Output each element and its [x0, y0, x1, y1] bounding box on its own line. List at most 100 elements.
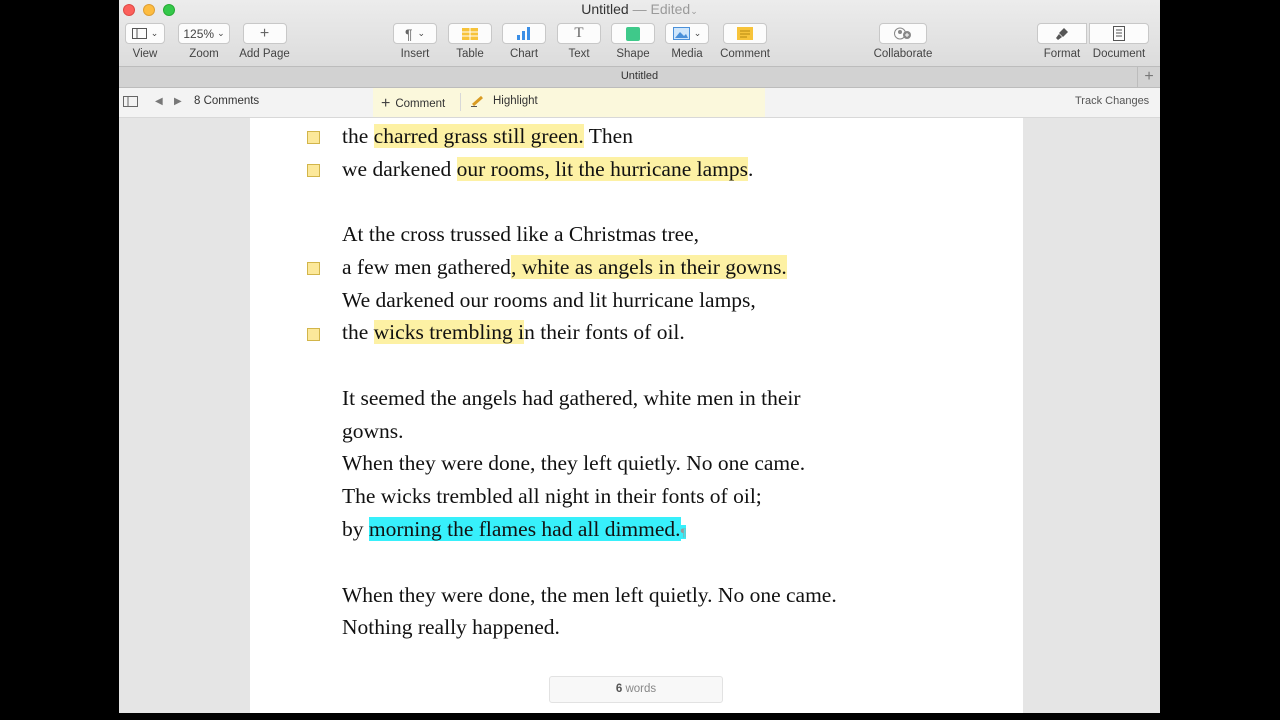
highlighter-icon	[471, 95, 483, 107]
collaborate-icon	[894, 27, 911, 40]
text-run: Nothing really happened.	[342, 615, 560, 639]
text-run: n their fonts of oil.	[524, 320, 685, 344]
text-line[interactable]: Nothing really happened.	[342, 612, 560, 642]
text-run: We darkened our rooms and lit hurricane …	[342, 288, 756, 312]
collaborate-label: Collaborate	[873, 48, 933, 60]
chevron-down-icon: ⌄	[217, 28, 225, 38]
paragraph-icon: ¶	[404, 25, 413, 42]
text-run: the	[342, 320, 374, 344]
comment-marker[interactable]	[307, 262, 320, 275]
text-line[interactable]: we darkened our rooms, lit the hurricane…	[342, 154, 753, 184]
format-label: Format	[1043, 48, 1081, 60]
highlighted-text[interactable]: charred grass still green.	[373, 124, 584, 148]
comment-icon	[737, 27, 753, 40]
word-count-label: words	[622, 683, 657, 695]
media-tool[interactable]: ⌄ Media	[665, 23, 709, 60]
view-label: View	[132, 48, 158, 60]
text-run: At the cross trussed like a Christmas tr…	[342, 222, 700, 246]
text-label: Text	[568, 48, 590, 60]
document-button[interactable]	[1089, 23, 1149, 44]
zoom-tool[interactable]: 125% ⌄ Zoom	[178, 23, 230, 60]
text-run: It seemed the angels had gathered, white…	[342, 386, 801, 410]
chevron-down-icon[interactable]: ⌄	[690, 6, 698, 16]
plus-icon: +	[381, 95, 391, 112]
table-tool[interactable]: Table	[448, 23, 492, 60]
new-tab-button[interactable]: +	[1137, 67, 1160, 87]
zoom-select[interactable]: 125% ⌄	[178, 23, 230, 44]
previous-comment-button[interactable]: ◀	[155, 96, 163, 107]
insert-button[interactable]: ¶ ⌄	[393, 23, 437, 44]
edited-indicator[interactable]: — Edited	[629, 1, 691, 17]
text-tool[interactable]: T Text	[557, 23, 601, 60]
add-page-tool[interactable]: + Add Page	[237, 23, 292, 60]
format-brush-icon	[1056, 27, 1068, 40]
text-run: gowns.	[342, 419, 404, 443]
text-line[interactable]: a few men gathered, white as angels in t…	[342, 252, 787, 282]
highlighted-text[interactable]: wicks trembling i	[373, 320, 525, 344]
comment-tool[interactable]: Comment	[719, 23, 771, 60]
text-run: by	[342, 517, 369, 541]
comments-sidebar-button[interactable]	[123, 96, 138, 107]
tab-bar: Untitled +	[119, 66, 1160, 88]
shape-icon	[626, 26, 640, 41]
document-label: Document	[1092, 48, 1146, 60]
document-page[interactable]: the charred grass still green. Then we d…	[250, 118, 1023, 713]
comment-button[interactable]	[723, 23, 767, 44]
add-comment-label: Comment	[395, 98, 446, 110]
text-run: we darkened	[342, 157, 457, 181]
text-line[interactable]: When they were done, they left quietly. …	[342, 448, 805, 478]
view-tool[interactable]: ⌄ View	[125, 23, 165, 60]
format-tool[interactable]: Format	[1037, 23, 1087, 60]
table-label: Table	[456, 48, 484, 60]
comment-marker[interactable]	[307, 131, 320, 144]
chart-button[interactable]	[502, 23, 546, 44]
collaborate-tool[interactable]: Collaborate	[871, 23, 935, 60]
comment-marker[interactable]	[307, 328, 320, 341]
text-run: .	[747, 157, 754, 181]
collaborate-button[interactable]	[879, 23, 927, 44]
next-comment-button[interactable]: ▶	[174, 96, 182, 107]
text-line[interactable]: by morning the flames had all dimmed.¶	[342, 514, 686, 547]
media-button[interactable]: ⌄	[665, 23, 709, 44]
highlighted-text[interactable]: our rooms, lit the hurricane lamps	[456, 157, 748, 181]
text-line[interactable]: When they were done, the men left quietl…	[342, 580, 837, 610]
text-line[interactable]: the wicks trembling in their fonts of oi…	[342, 317, 685, 347]
text-button[interactable]: T	[557, 23, 601, 44]
plus-icon: +	[1144, 68, 1154, 85]
text-line[interactable]: gowns.	[342, 416, 404, 446]
text-line[interactable]: The wicks trembled all night in their fo…	[342, 481, 762, 511]
pilcrow-mark: ¶	[680, 525, 686, 539]
shape-button[interactable]	[611, 23, 655, 44]
pages-window: Untitled — Edited⌄ ⌄ View 125% ⌄ Zoom + …	[119, 0, 1160, 713]
comment-marker[interactable]	[307, 164, 320, 177]
comments-bar: ◀ ▶ 8 Comments + Comment Highlight Track…	[119, 88, 1160, 118]
table-button[interactable]	[448, 23, 492, 44]
add-page-button[interactable]: +	[242, 23, 287, 44]
zoom-value: 125%	[183, 26, 215, 41]
comment-label: Comment	[720, 48, 770, 60]
text-run: The wicks trembled all night in their fo…	[342, 484, 762, 508]
selected-text[interactable]: morning the flames had all dimmed.	[368, 517, 681, 541]
text-line[interactable]: We darkened our rooms and lit hurricane …	[342, 285, 756, 315]
document-icon	[1113, 26, 1125, 41]
add-comment-button[interactable]: + Comment	[381, 95, 445, 113]
chart-tool[interactable]: Chart	[502, 23, 546, 60]
highlight-button[interactable]: Highlight	[471, 95, 538, 107]
highlighted-text[interactable]: , white as angels in their gowns.	[510, 255, 787, 279]
insert-tool[interactable]: ¶ ⌄ Insert	[393, 23, 437, 60]
shape-tool[interactable]: Shape	[611, 23, 655, 60]
media-icon	[672, 27, 690, 40]
text-run: the	[342, 124, 374, 148]
view-button[interactable]: ⌄	[125, 23, 165, 44]
word-count[interactable]: 6 words	[549, 676, 723, 703]
track-changes-button[interactable]: Track Changes	[1075, 95, 1149, 107]
document-tool[interactable]: Document	[1087, 23, 1151, 60]
comments-bar-divider	[460, 93, 461, 111]
text-line[interactable]: At the cross trussed like a Christmas tr…	[342, 219, 699, 249]
add-page-label: Add Page	[239, 48, 290, 60]
format-button[interactable]	[1037, 23, 1087, 44]
text-line[interactable]: It seemed the angels had gathered, white…	[342, 383, 801, 413]
text-line[interactable]: the charred grass still green. Then	[342, 121, 633, 151]
tab-untitled[interactable]: Untitled	[119, 70, 1160, 82]
sidebar-icon	[131, 28, 147, 39]
